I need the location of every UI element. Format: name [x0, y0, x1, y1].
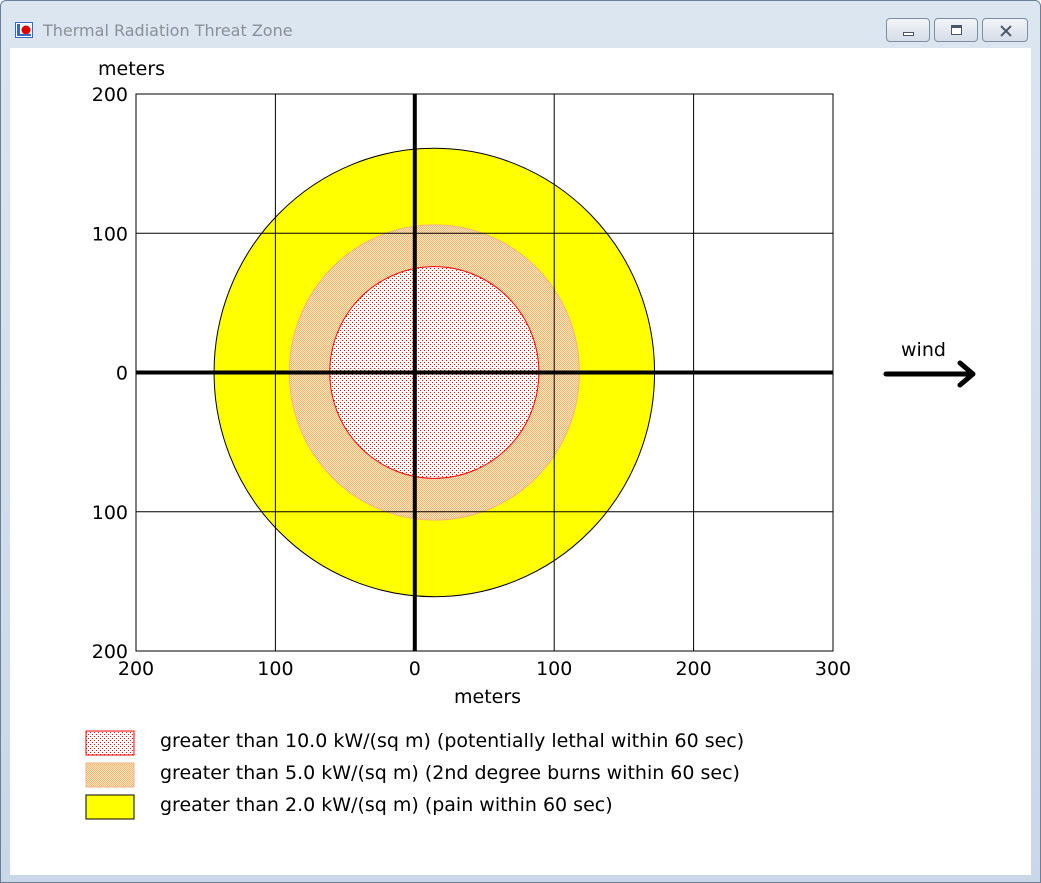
x-tick-label: 100: [257, 658, 293, 680]
legend-swatch-lethal: [85, 730, 135, 756]
legend-label: greater than 5.0 kW/(sq m) (2nd degree b…: [160, 762, 740, 784]
chart-area: 200 100 0 100 200 300 200 100 0 100 200 meters met…: [10, 48, 1031, 875]
close-button[interactable]: [982, 18, 1028, 42]
legend-swatch-burns: [85, 762, 135, 788]
minimize-button[interactable]: [886, 18, 930, 42]
y-tick-label: 100: [92, 502, 128, 524]
legend-item: greater than 10.0 kW/(sq m) (potentially…: [85, 730, 744, 756]
legend-label: greater than 2.0 kW/(sq m) (pain within …: [160, 794, 613, 816]
title-bar[interactable]: Thermal Radiation Threat Zone: [1, 1, 1040, 47]
window-title: Thermal Radiation Threat Zone: [43, 21, 293, 40]
y-tick-label: 100: [92, 223, 128, 245]
x-tick-label: 200: [675, 658, 711, 680]
legend-item: greater than 5.0 kW/(sq m) (2nd degree b…: [85, 762, 740, 788]
y-tick-label: 200: [92, 84, 128, 106]
y-tick-label: 200: [92, 641, 128, 663]
x-tick-label: 100: [536, 658, 572, 680]
wind-indicator: wind: [883, 339, 976, 388]
x-axis-label: meters: [454, 686, 521, 708]
threat-zone-app-icon: [15, 22, 33, 38]
threat-zone-chart: 200 100 0 100 200 3002001000100200 meters met…: [85, 58, 976, 820]
y-tick-label: 0: [116, 363, 128, 385]
legend-label: greater than 10.0 kW/(sq m) (potentially…: [160, 730, 744, 752]
y-axis-label: meters: [98, 58, 165, 80]
window-controls: [886, 18, 1028, 42]
chart-legend: greater than 10.0 kW/(sq m) (potentially…: [85, 730, 744, 820]
wind-arrow-icon: [883, 360, 976, 388]
wind-label: wind: [901, 339, 946, 361]
legend-item: greater than 2.0 kW/(sq m) (pain within …: [85, 794, 613, 820]
threat-zone-window: Thermal Radiation Threat Zone 200 100 0 …: [0, 0, 1041, 883]
maximize-button[interactable]: [934, 18, 978, 42]
x-tick-label: 300: [815, 658, 851, 680]
x-tick-label: 0: [409, 658, 421, 680]
legend-swatch-pain: [85, 794, 135, 820]
